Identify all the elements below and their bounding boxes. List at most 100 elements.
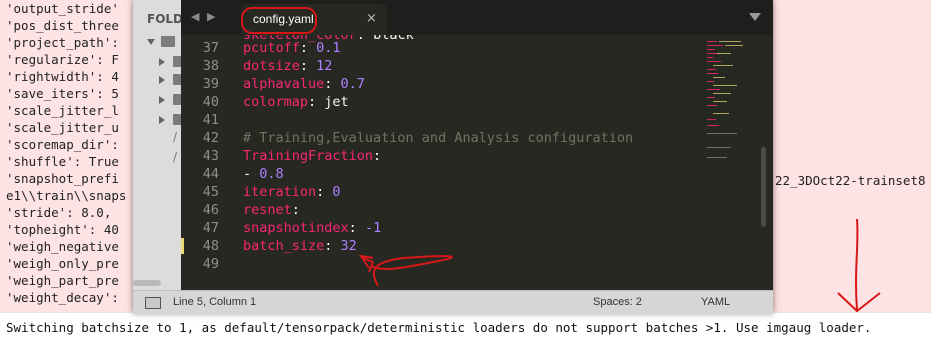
modified-line-marker [181,238,184,254]
yaml-value: 12 [316,58,333,74]
line-number: 41 [202,112,219,128]
yaml-key: colormap [243,94,309,110]
code-line: alphavalue: 0.7 [243,75,365,93]
output-line: 'scale_jitter_u [6,120,119,135]
yaml-colon: : [299,40,317,56]
code-line: resnet: [243,201,300,219]
line-number: 48 [202,238,219,254]
annotation-down-arrow-icon [837,218,881,313]
code-line: snapshotindex: -1 [243,219,381,237]
line-number: 44 [202,166,219,182]
expand-right-icon [159,116,165,124]
yaml-value: 0.7 [340,76,365,92]
output-line: 'pos_dist_three [6,18,119,33]
tab-bar: ◀ ▶ config.yaml × [181,0,773,35]
yaml-key: alphavalue [243,76,325,92]
line-number: 39 [202,76,219,92]
folder-icon [173,56,181,67]
code-line: colormap: jet [243,93,349,111]
code-line: pcutoff: 0.1 [243,39,341,57]
expand-right-icon [159,58,165,66]
yaml-colon: : [373,148,382,164]
yaml-value: jet [324,94,349,110]
line-number: 46 [202,202,219,218]
expand-right-icon [159,96,165,104]
yaml-dash: - [243,166,260,182]
line-number: 49 [202,256,219,272]
line-number: 38 [202,58,219,74]
output-line: 'project_path': [6,35,119,50]
yaml-colon: : [308,94,325,110]
tab-config-yaml[interactable]: config.yaml × [241,4,387,35]
yaml-key: TrainingFraction [243,148,374,164]
output-message-bar: Switching batchsize to 1, as default/ten… [0,312,931,342]
output-line: 'scale_jitter_l [6,103,119,118]
output-line: 'weigh_negative [6,239,119,254]
tab-nav-arrows-icon[interactable]: ◀ ▶ [191,10,217,23]
folder-icon [173,114,181,125]
output-line: 'weigh_only_pre [6,256,119,271]
yaml-colon: : [356,35,374,43]
code-line: dotsize: 12 [243,57,332,75]
output-line: 'regularize': F [6,52,119,67]
yaml-colon: : [324,238,341,254]
line-number: 37 [202,40,219,56]
vertical-scrollbar[interactable] [761,147,766,227]
horizontal-scrollbar[interactable] [133,280,161,286]
output-message: Switching batchsize to 1, as default/ten… [6,320,872,335]
output-line: 'topheight': 40 [6,222,119,237]
cursor-position: Line 5, Column 1 [173,296,257,308]
yaml-value: -1 [364,220,382,236]
yaml-colon: : [299,58,317,74]
yaml-key: pcutoff [243,40,300,56]
yaml-colon: : [324,76,341,92]
output-path-fragment: 22_3DOct22-trainset8 [775,173,926,188]
line-number: 45 [202,184,219,200]
expand-down-icon [147,39,155,45]
folder-icon [173,74,181,85]
expand-right-icon [159,76,165,84]
output-line: 'weigh_part_pre [6,273,119,288]
yaml-comment: # Training,Evaluation and Analysis confi… [243,130,634,146]
output-line: 'snapshot_prefi [6,171,119,186]
close-icon[interactable]: × [366,11,377,26]
chevron-down-icon[interactable] [749,13,761,21]
yaml-key: resnet [243,202,292,218]
output-line: 'output_stride' [6,1,119,16]
folder-icon [161,36,175,47]
yaml-colon: : [348,220,365,236]
output-line: 'scoremap_dir': [6,137,119,152]
yaml-value: black [373,35,414,43]
yaml-colon: : [291,202,300,218]
line-number: 42 [202,130,219,146]
file-icon[interactable]: / [173,130,177,144]
sidebar-title: FOLD [147,12,181,26]
code-editor[interactable]: 37 38 39 40 41 42 43 44 45 46 47 48 49 skeleton_colo… [181,35,773,273]
line-number: 47 [202,220,219,236]
output-line: 'stride': 8.0, [6,205,112,220]
minimap[interactable] [703,35,765,273]
code-line: batch_size: 32 [243,237,357,255]
file-icon[interactable]: / [173,150,177,164]
output-line: e1\\train\\snaps [6,188,127,203]
yaml-key: iteration [243,184,317,200]
folder-icon [173,94,181,105]
sidebar: FOLD / / [133,0,181,290]
code-line: iteration: 0 [243,183,341,201]
indentation-setting[interactable]: Spaces: 2 [593,296,642,308]
yaml-key: snapshotindex [243,220,349,236]
yaml-value: 32 [340,238,357,254]
output-line: 'weight_decay': [6,290,119,305]
syntax-selector[interactable]: YAML [701,296,730,308]
line-number: 43 [202,148,219,164]
yaml-value: 0 [332,184,341,200]
output-line: 'rightwidth': 4 [6,69,119,84]
panel-toggle-icon[interactable] [145,297,161,309]
editor-window: FOLD / / ◀ ▶ config.yaml × 37 38 39 40 4… [133,0,773,314]
line-number: 40 [202,94,219,110]
yaml-colon: : [316,184,333,200]
yaml-key: batch_size [243,238,325,254]
code-line: TrainingFraction: [243,147,381,165]
yaml-key: dotsize [243,58,300,74]
tab-label: config.yaml [253,12,314,26]
